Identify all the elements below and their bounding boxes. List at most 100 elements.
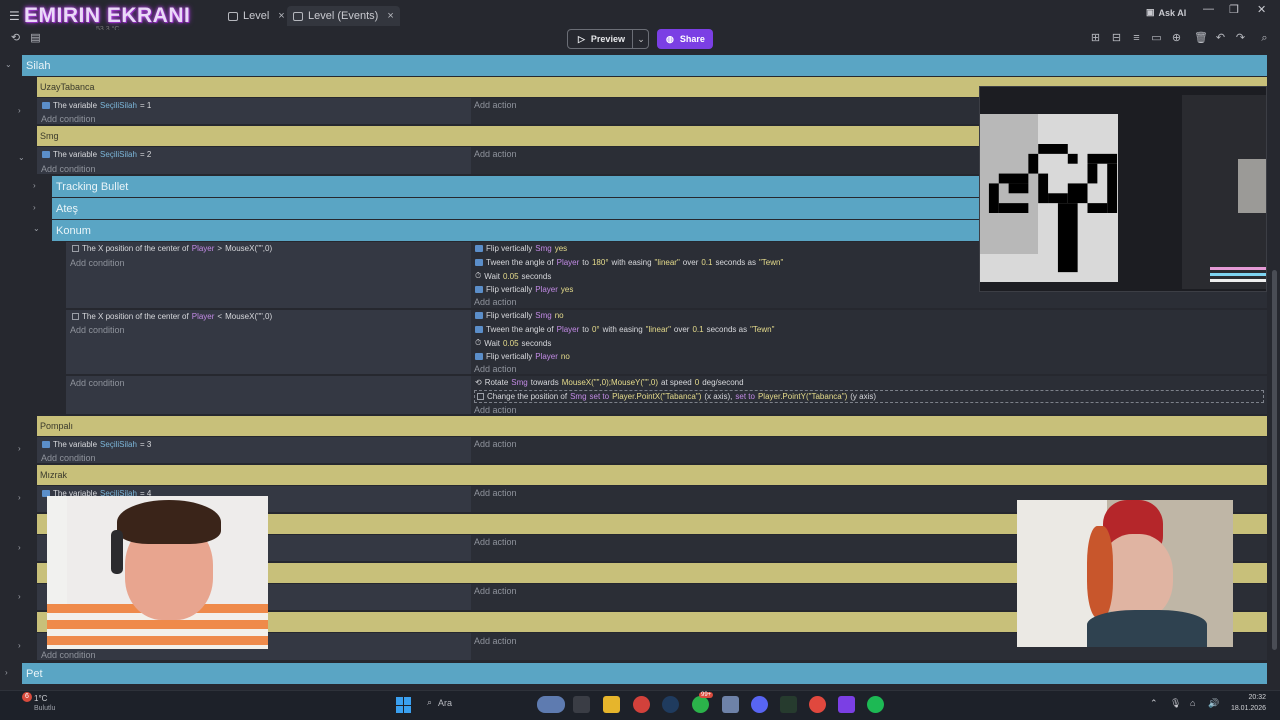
tab-level[interactable]: Level ×: [222, 6, 291, 26]
chevron-up-icon[interactable]: ⌃: [1150, 698, 1158, 709]
comment-mizrak[interactable]: Mızrak: [37, 465, 1267, 485]
add-action-link[interactable]: Add action: [474, 297, 517, 307]
save-icon[interactable]: ⟲: [9, 32, 22, 45]
add-action-link[interactable]: Add action: [474, 405, 517, 415]
taskbar-search[interactable]: ⌕ Ara: [427, 697, 452, 708]
add-action-link[interactable]: Add action: [474, 439, 517, 449]
add-comment-icon[interactable]: ▭: [1150, 32, 1163, 45]
condition-row[interactable]: The X position of the center of Player >…: [72, 244, 272, 253]
ask-ai-button[interactable]: ▣ Ask AI: [1146, 7, 1186, 18]
webcam-person-hair: [117, 500, 221, 544]
hamburger-menu-icon[interactable]: ☰: [9, 9, 20, 23]
spotify-icon[interactable]: [867, 696, 884, 713]
undo-icon[interactable]: ↶: [1214, 32, 1227, 45]
add-condition-link[interactable]: Add condition: [70, 378, 125, 388]
mini-sprite: [1238, 159, 1266, 213]
volume-icon[interactable]: 🔊: [1208, 698, 1219, 709]
action-text: Wait: [484, 338, 500, 348]
chevron-down-icon[interactable]: ⌄: [5, 60, 12, 69]
add-action-link[interactable]: Add action: [474, 537, 517, 547]
window-close-icon[interactable]: ✕: [1257, 3, 1266, 16]
maximize-icon[interactable]: ❐: [1229, 3, 1239, 16]
preview-dropdown[interactable]: ⌄: [632, 29, 649, 49]
add-more-icon[interactable]: ⊕: [1170, 32, 1183, 45]
chrome-icon[interactable]: [809, 696, 826, 713]
whatsapp-icon[interactable]: [692, 696, 709, 713]
action-tween[interactable]: Tween the angle of Player to 180° with e…: [475, 258, 783, 267]
add-condition-link[interactable]: Add condition: [41, 453, 96, 463]
action-wait[interactable]: ⏱ Wait 0.05 seconds: [475, 271, 551, 281]
chevron-right-icon[interactable]: ›: [18, 444, 21, 453]
discord-icon[interactable]: [751, 696, 768, 713]
headphone-icon: [111, 530, 123, 574]
steam-icon[interactable]: [662, 696, 679, 713]
add-condition-link[interactable]: Add condition: [41, 164, 96, 174]
action-flip-smg[interactable]: Flip vertically Smg yes: [475, 244, 567, 253]
add-action-link[interactable]: Add action: [474, 586, 517, 596]
share-button[interactable]: ◍ Share: [657, 29, 713, 49]
condition-row[interactable]: The variable SeçiliSilah = 2: [42, 150, 151, 159]
comment-pompali[interactable]: Pompalı: [37, 416, 1267, 436]
action-flip-player[interactable]: Flip vertically Player no: [475, 352, 570, 361]
chevron-right-icon[interactable]: ›: [18, 106, 21, 115]
windows-start-icon[interactable]: [396, 697, 412, 713]
add-action-link[interactable]: Add action: [474, 636, 517, 646]
network-icon[interactable]: ⌂: [1190, 698, 1195, 708]
android-icon[interactable]: [780, 696, 797, 713]
chevron-right-icon[interactable]: ›: [18, 641, 21, 650]
action-rotate[interactable]: ⟲ Rotate Smg towards MouseX("",0);MouseY…: [475, 378, 744, 387]
group-silah[interactable]: Silah: [22, 55, 1267, 76]
add-condition-link[interactable]: Add condition: [70, 258, 125, 268]
minimize-icon[interactable]: —: [1203, 3, 1214, 15]
action-change-position[interactable]: Change the position of Smg set to Player…: [474, 390, 1264, 403]
folder-icon[interactable]: [603, 696, 620, 713]
add-action-link[interactable]: Add action: [474, 364, 517, 374]
condition-row[interactable]: The variable SeçiliSilah = 1: [42, 101, 151, 110]
add-group-icon[interactable]: ≡: [1130, 32, 1143, 45]
app-icon[interactable]: [722, 696, 739, 713]
delete-icon[interactable]: 🗑: [1194, 32, 1208, 45]
redo-icon[interactable]: ↷: [1234, 32, 1247, 45]
chevron-right-icon[interactable]: ›: [18, 543, 21, 552]
chevron-down-icon[interactable]: ⌄: [33, 224, 40, 233]
terminal-icon[interactable]: [573, 696, 590, 713]
add-action-link[interactable]: Add action: [474, 488, 517, 498]
vertical-scrollbar[interactable]: [1272, 270, 1277, 650]
opera-icon[interactable]: [633, 696, 650, 713]
action-text: over: [673, 325, 690, 334]
action-wait[interactable]: ⏱ Wait 0.05 seconds: [475, 338, 551, 348]
action-flip-player[interactable]: Flip vertically Player yes: [475, 285, 573, 294]
add-event-icon[interactable]: ⊞: [1089, 32, 1102, 45]
chevron-down-icon[interactable]: ⌄: [18, 153, 25, 162]
close-icon[interactable]: ×: [278, 10, 284, 22]
action-tween[interactable]: Tween the angle of Player to 0° with eas…: [475, 325, 774, 334]
checkbox-icon: [72, 245, 79, 252]
clock-time[interactable]: 20:32: [1228, 694, 1266, 701]
add-condition-link[interactable]: Add condition: [41, 650, 96, 660]
chevron-right-icon[interactable]: ›: [18, 592, 21, 601]
add-condition-link[interactable]: Add condition: [70, 325, 125, 335]
group-pet[interactable]: Pet: [22, 663, 1267, 684]
search-icon[interactable]: ⌕: [1258, 32, 1271, 45]
clock-date[interactable]: 18.01.2026: [1228, 705, 1266, 712]
action-text: Tween the angle of: [486, 325, 554, 334]
gdevelop-icon[interactable]: [838, 696, 855, 713]
chevron-right-icon[interactable]: ›: [33, 181, 36, 190]
condition-row[interactable]: The variable SeçiliSilah = 3: [42, 440, 151, 449]
condition-row[interactable]: The X position of the center of Player <…: [72, 312, 272, 321]
disk-icon[interactable]: ▤: [29, 32, 42, 45]
add-condition-link[interactable]: Add condition: [41, 114, 96, 124]
chevron-right-icon[interactable]: ›: [5, 668, 8, 677]
chevron-right-icon[interactable]: ›: [33, 203, 36, 212]
play-icon: ▷: [578, 33, 585, 44]
close-icon[interactable]: ×: [387, 10, 393, 22]
microphone-icon[interactable]: 🎙: [1170, 698, 1181, 709]
action-flip-smg[interactable]: Flip vertically Smg no: [475, 311, 564, 320]
tab-level-events[interactable]: Level (Events) ×: [287, 6, 400, 26]
chevron-right-icon[interactable]: ›: [18, 493, 21, 502]
add-subevent-icon[interactable]: ⊟: [1110, 32, 1123, 45]
add-action-link[interactable]: Add action: [474, 100, 517, 110]
add-action-link[interactable]: Add action: [474, 149, 517, 159]
widget-icon[interactable]: [537, 696, 565, 713]
action-text: seconds: [521, 271, 552, 281]
